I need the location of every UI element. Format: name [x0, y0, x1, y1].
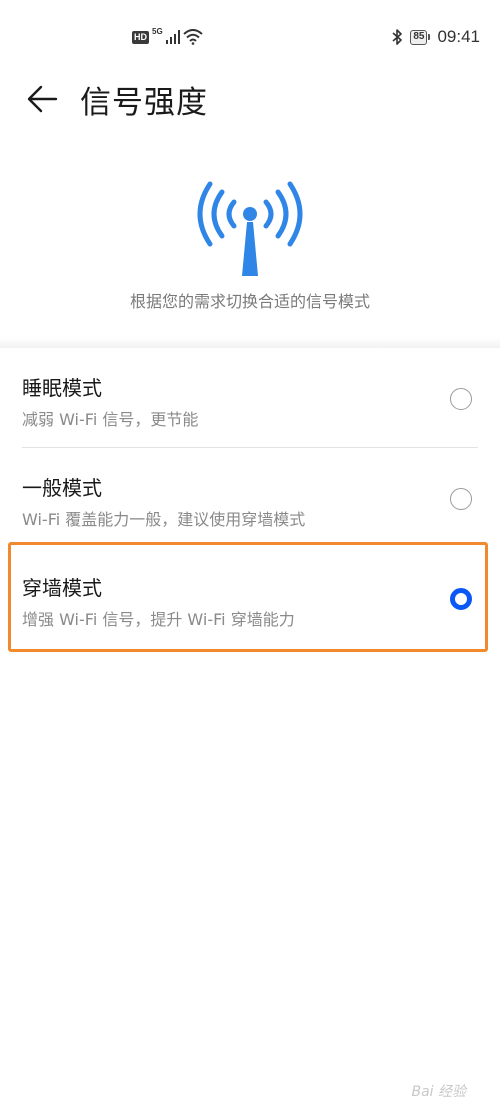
option-title: 睡眠模式 — [22, 376, 102, 400]
arrow-left-icon[interactable] — [26, 82, 60, 116]
wifi-icon — [183, 29, 203, 45]
bluetooth-icon — [392, 29, 403, 45]
app-bar: 信号强度 — [0, 72, 500, 128]
hero-description: 根据您的需求切换合适的信号模式 — [129, 292, 370, 311]
watermark: Bai 经验 — [411, 1084, 466, 1100]
option-title: 一般模式 — [22, 476, 102, 500]
page-title: 信号强度 — [80, 85, 208, 121]
highlight-box — [8, 542, 488, 652]
radio-button[interactable] — [450, 488, 472, 510]
hd-badge: HD — [132, 30, 149, 44]
status-right: 85 09:41 — [391, 27, 480, 47]
cellular-signal-icon — [165, 30, 180, 44]
status-bar: HD 5G 85 09:41 — [0, 0, 500, 72]
status-left: HD 5G — [132, 26, 203, 48]
battery-level: 85 — [410, 29, 428, 45]
option-normal-mode[interactable]: 一般模式 Wi-Fi 覆盖能力一般，建议使用穿墙模式 — [0, 448, 500, 548]
clock: 09:41 — [437, 27, 480, 46]
antenna-signal-icon — [197, 181, 303, 276]
option-sleep-mode[interactable]: 睡眠模式 减弱 Wi-Fi 信号，更节能 — [0, 348, 500, 448]
section-divider — [0, 338, 500, 348]
option-subtitle: Wi-Fi 覆盖能力一般，建议使用穿墙模式 — [22, 510, 306, 529]
radio-button[interactable] — [450, 388, 472, 410]
battery-icon: 85 — [410, 29, 431, 45]
option-subtitle: 减弱 Wi-Fi 信号，更节能 — [22, 410, 199, 429]
network-type: 5G — [152, 26, 163, 36]
